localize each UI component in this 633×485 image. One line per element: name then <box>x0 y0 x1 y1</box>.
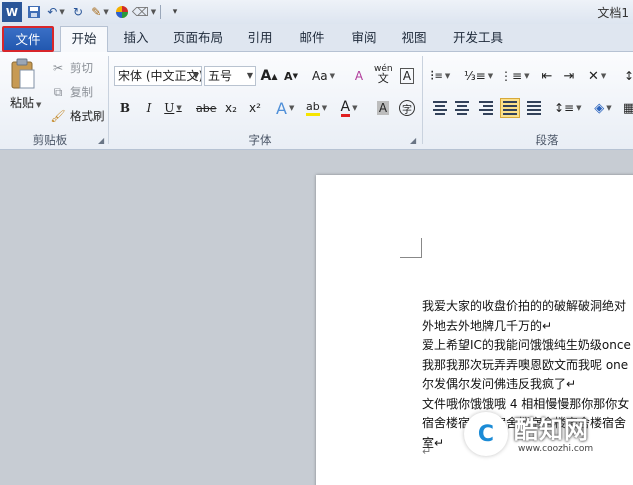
watermark-url: www.coozhi.com <box>516 444 596 454</box>
redo-icon[interactable]: ↻ <box>68 2 88 22</box>
format-brush-icon[interactable]: ✎ ▼ <box>90 2 110 22</box>
multilevel-list-button[interactable]: ⋮≡ ▼ <box>500 66 529 86</box>
justify-button[interactable] <box>500 98 520 118</box>
superscript-button[interactable]: x² <box>246 98 264 118</box>
word-app-icon[interactable]: W <box>2 2 22 22</box>
font-color-button[interactable]: A ▼ <box>340 98 358 118</box>
align-left-button[interactable] <box>430 98 450 118</box>
save-icon[interactable] <box>24 2 44 22</box>
shading-button[interactable]: ◈ ▼ <box>594 98 612 118</box>
eraser-icon[interactable]: ⌫ ▼ <box>132 2 156 22</box>
cut-button[interactable]: ✂ 剪切 <box>50 60 93 76</box>
text-effects-button[interactable]: A ▼ <box>276 98 294 118</box>
align-right-button[interactable] <box>476 98 496 118</box>
tab-review[interactable]: 审阅 <box>344 26 384 52</box>
paragraph-end-mark: ↵ <box>422 445 432 458</box>
copy-icon: ⧉ <box>53 84 63 99</box>
format-painter-button[interactable]: 🖌 格式刷 <box>50 108 104 124</box>
tab-view[interactable]: 视图 <box>394 26 434 52</box>
shrink-font-button[interactable]: A ▼ <box>282 66 300 86</box>
change-case-button[interactable]: Aa ▼ <box>312 66 335 86</box>
align-center-button[interactable] <box>452 98 472 118</box>
tab-references[interactable]: 引用 <box>240 26 280 52</box>
paste-button[interactable]: 粘贴 ▼ <box>10 94 41 111</box>
font-launcher-icon[interactable]: ◢ <box>410 136 416 145</box>
document-line: 我爱大家的收盘价拍的的破解破洞绝对 <box>422 299 627 313</box>
paste-icon[interactable] <box>10 58 36 89</box>
margin-corner-mark <box>400 238 422 258</box>
font-size-select[interactable]: 五号 ▼ <box>204 66 256 86</box>
borders-button[interactable]: ▦ <box>620 98 633 118</box>
character-shading-button[interactable]: A <box>374 98 392 118</box>
decrease-indent-button[interactable]: ⇤ <box>538 66 556 86</box>
document-line: 尔发偶尔发问佛违反我疯了↵ <box>422 377 577 391</box>
watermark-name: 酷知网 <box>514 416 589 444</box>
phonetic-guide-button[interactable]: wén 文 <box>374 64 393 85</box>
color-wheel-icon[interactable] <box>112 2 132 22</box>
tab-file[interactable]: 文件 <box>2 26 54 52</box>
tab-insert[interactable]: 插入 <box>116 26 156 52</box>
qat-separator <box>160 5 161 19</box>
undo-icon[interactable]: ↶ ▼ <box>46 2 66 22</box>
chinese-layout-button[interactable]: ✕ ▼ <box>588 66 606 86</box>
watermark-logo-icon: C <box>464 412 508 456</box>
customize-qat-icon[interactable]: ▾ <box>165 2 185 22</box>
format-painter-icon: 🖌 <box>50 109 66 123</box>
ribbon-tabs: 文件 开始 插入 页面布局 引用 邮件 审阅 视图 开发工具 <box>0 24 633 53</box>
copy-button[interactable]: ⧉ 复制 <box>50 84 93 100</box>
clear-formatting-button[interactable]: A <box>350 66 368 86</box>
group-separator <box>108 56 109 144</box>
character-border-button[interactable]: A <box>398 66 416 86</box>
increase-indent-button[interactable]: ⇥ <box>560 66 578 86</box>
line-spacing-button[interactable]: ↕≡ ▼ <box>554 98 582 118</box>
group-label-paragraph: 段落 <box>535 133 559 147</box>
document-line: 外地去外地牌几千万的↵ <box>422 318 553 333</box>
distributed-button[interactable] <box>524 98 544 118</box>
quick-access-toolbar: W ↶ ▼ ↻ ✎ ▼ ⌫ ▼ ▾ 文档1 <box>0 0 633 24</box>
highlight-button[interactable]: ab ▼ <box>306 98 327 118</box>
group-label-clipboard: 剪贴板 <box>32 133 68 147</box>
tab-home[interactable]: 开始 <box>60 26 108 53</box>
ribbon-home: 粘贴 ▼ ✂ 剪切 ⧉ 复制 🖌 格式刷 剪贴板 ◢ 宋体 (中文正文) ▼ 五号 ▼ A ▲… <box>0 52 633 150</box>
numbering-button[interactable]: ⅓≡ ▼ <box>464 66 493 86</box>
font-family-select[interactable]: 宋体 (中文正文) ▼ <box>114 66 202 86</box>
clipboard-launcher-icon[interactable]: ◢ <box>98 136 104 145</box>
scissors-icon: ✂ <box>52 61 64 75</box>
strikethrough-button[interactable]: abe <box>196 98 217 118</box>
document-title: 文档1 <box>597 6 629 20</box>
tab-developer[interactable]: 开发工具 <box>446 26 510 52</box>
document-line: 我那我那次玩弄弄噢恩欧文而我呢 one <box>422 357 629 372</box>
bullets-button[interactable]: ⁝ ≡ ▼ <box>430 66 450 86</box>
underline-button[interactable]: U ▼ <box>164 98 182 118</box>
bold-button[interactable]: B <box>116 98 134 118</box>
group-separator <box>422 56 423 144</box>
subscript-button[interactable]: x₂ <box>222 98 240 118</box>
tab-mailings[interactable]: 邮件 <box>292 26 332 52</box>
grow-font-button[interactable]: A ▲ <box>260 66 278 86</box>
sort-button[interactable]: ↕ <box>620 66 633 86</box>
tab-page-layout[interactable]: 页面布局 <box>166 26 230 52</box>
enclose-characters-button[interactable]: 字 <box>398 98 416 118</box>
document-line: 爱上希望IC的我能问饿饿纯生奶级once <box>422 338 631 352</box>
group-label-font: 字体 <box>248 133 272 147</box>
watermark: C 酷知网 www.coozhi.com <box>464 408 614 464</box>
italic-button[interactable]: I <box>140 98 158 118</box>
